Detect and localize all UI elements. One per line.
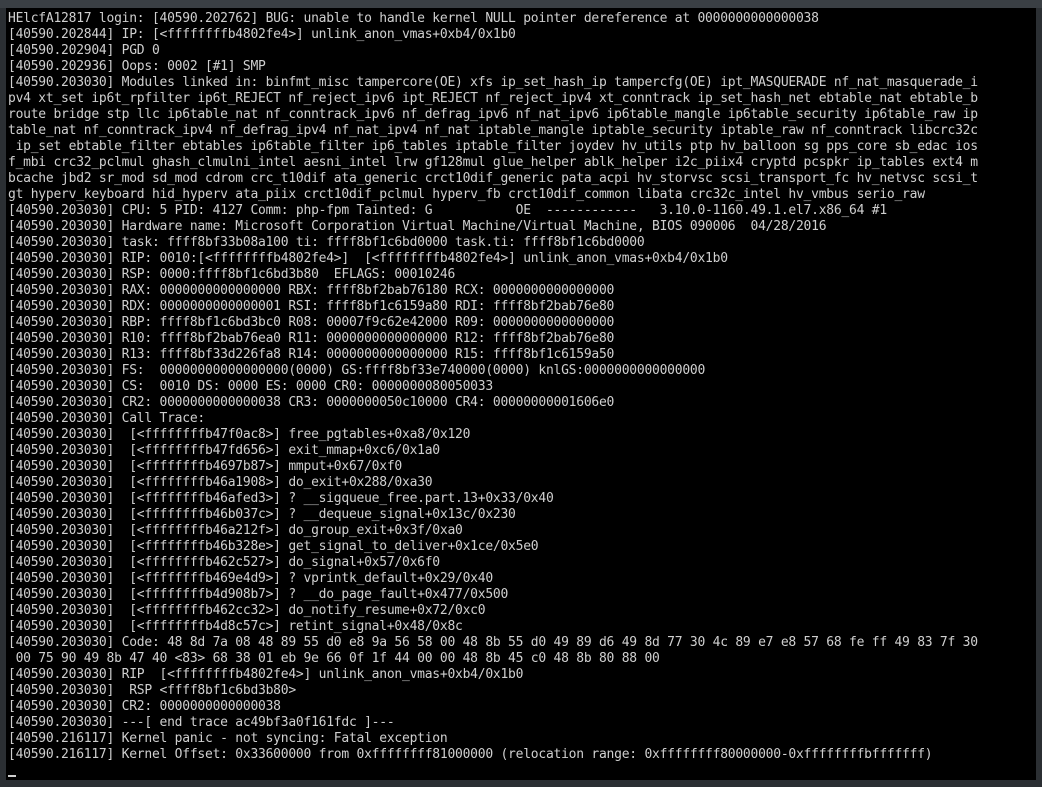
console-line: [40590.203030] R13: ffff8bf33d226fa8 R14…: [8, 347, 615, 362]
console-output: HElcfA12817 login: [40590.202762] BUG: u…: [8, 11, 1034, 779]
cursor-line: [8, 763, 1034, 779]
console-line: [40590.203030] [<ffffffffb46afed3>] ? __…: [8, 491, 554, 506]
console-line: [40590.203030] RIP [<ffffffffb4802fe4>] …: [8, 667, 524, 682]
console-window: HElcfA12817 login: [40590.202762] BUG: u…: [0, 0, 1042, 787]
console-line: gt hyperv_keyboard hid_hyperv ata_piix c…: [8, 187, 925, 202]
console-line: [40590.203030] FS: 00000000000000000(000…: [8, 363, 706, 378]
console-line: [40590.202936] Oops: 0002 [#1] SMP: [8, 59, 266, 74]
console-line: [40590.203030] CPU: 5 PID: 4127 Comm: ph…: [8, 203, 887, 218]
serial-console-screen[interactable]: HElcfA12817 login: [40590.202762] BUG: u…: [6, 8, 1036, 780]
console-line: f_mbi crc32_pclmul ghash_clmulni_intel a…: [8, 155, 978, 170]
console-line: [40590.203030] RIP: 0010:[<ffffffffb4802…: [8, 251, 728, 266]
console-line: [40590.203030] [<ffffffffb462cc32>] do_n…: [8, 603, 486, 618]
console-line: [40590.203030] task: ffff8bf33b08a100 ti…: [8, 235, 645, 250]
console-line: table_nat nf_conntrack_ipv4 nf_defrag_ip…: [8, 123, 978, 138]
console-line: [40590.203030] Call Trace:: [8, 411, 205, 426]
console-line: [40590.216117] Kernel Offset: 0x33600000…: [8, 747, 933, 762]
console-line: [40590.203030] CR2: 0000000000000038 CR3…: [8, 395, 615, 410]
console-line: [40590.203030] [<ffffffffb47fd656>] exit…: [8, 443, 440, 458]
console-line: [40590.203030] ---[ end trace ac49bf3a0f…: [8, 715, 395, 730]
console-line: [40590.203030] [<ffffffffb46b037c>] ? __…: [8, 507, 516, 522]
console-line: [40590.202904] PGD 0: [8, 43, 160, 58]
console-line: [40590.203030] CR2: 0000000000000038: [8, 699, 281, 714]
console-line: [40590.203030] [<ffffffffb47f0ac8>] free…: [8, 427, 471, 442]
console-line: [40590.203030] CS: 0010 DS: 0000 ES: 000…: [8, 379, 493, 394]
console-line: [40590.203030] R10: ffff8bf2bab76ea0 R11…: [8, 331, 615, 346]
console-line: [40590.203030] RAX: 0000000000000000 RBX…: [8, 283, 615, 298]
console-line: [40590.203030] [<ffffffffb4d8c57c>] reti…: [8, 619, 463, 634]
console-line: [40590.202844] IP: [<ffffffffb4802fe4>] …: [8, 27, 516, 42]
console-line: [40590.203030] [<ffffffffb4697b87>] mmpu…: [8, 459, 402, 474]
console-line: route bridge stp llc ip6table_nat nf_con…: [8, 107, 978, 122]
console-line: 00 75 90 49 8b 47 40 <83> 68 38 01 eb 9e…: [8, 651, 660, 666]
console-line: [40590.216117] Kernel panic - not syncin…: [8, 731, 448, 746]
console-line: [40590.203030] Modules linked in: binfmt…: [8, 75, 978, 90]
console-line: [40590.203030] [<ffffffffb46b328e>] get_…: [8, 539, 539, 554]
console-line: [40590.203030] RSP: 0000:ffff8bf1c6bd3b8…: [8, 267, 456, 282]
window-top-bar: [0, 0, 1042, 8]
console-line: [40590.203030] [<ffffffffb469e4d9>] ? vp…: [8, 571, 493, 586]
console-line: [40590.203030] RBP: ffff8bf1c6bd3bc0 R08…: [8, 315, 615, 330]
console-line: HElcfA12817 login: [40590.202762] BUG: u…: [8, 11, 819, 26]
console-line: [40590.203030] Code: 48 8d 7a 08 48 89 5…: [8, 635, 978, 650]
console-line: pv4 xt_set ip6t_rpfilter ip6t_REJECT nf_…: [8, 91, 978, 106]
text-cursor: [8, 775, 16, 777]
console-line: [40590.203030] [<ffffffffb46a212f>] do_g…: [8, 523, 463, 538]
console-line: [40590.203030] [<ffffffffb462c527>] do_s…: [8, 555, 440, 570]
console-line: [40590.203030] [<ffffffffb4d908b7>] ? __…: [8, 587, 509, 602]
console-line: [40590.203030] Hardware name: Microsoft …: [8, 219, 827, 234]
console-line: [40590.203030] [<ffffffffb46a1908>] do_e…: [8, 475, 433, 490]
console-line: [40590.203030] RSP <ffff8bf1c6bd3b80>: [8, 683, 296, 698]
console-line: ip_set ebtable_filter ebtables ip6table_…: [8, 139, 979, 154]
console-line: bcache jbd2 sr_mod sd_mod cdrom crc_t10d…: [8, 171, 978, 186]
console-line: [40590.203030] RDX: 0000000000000001 RSI…: [8, 299, 615, 314]
